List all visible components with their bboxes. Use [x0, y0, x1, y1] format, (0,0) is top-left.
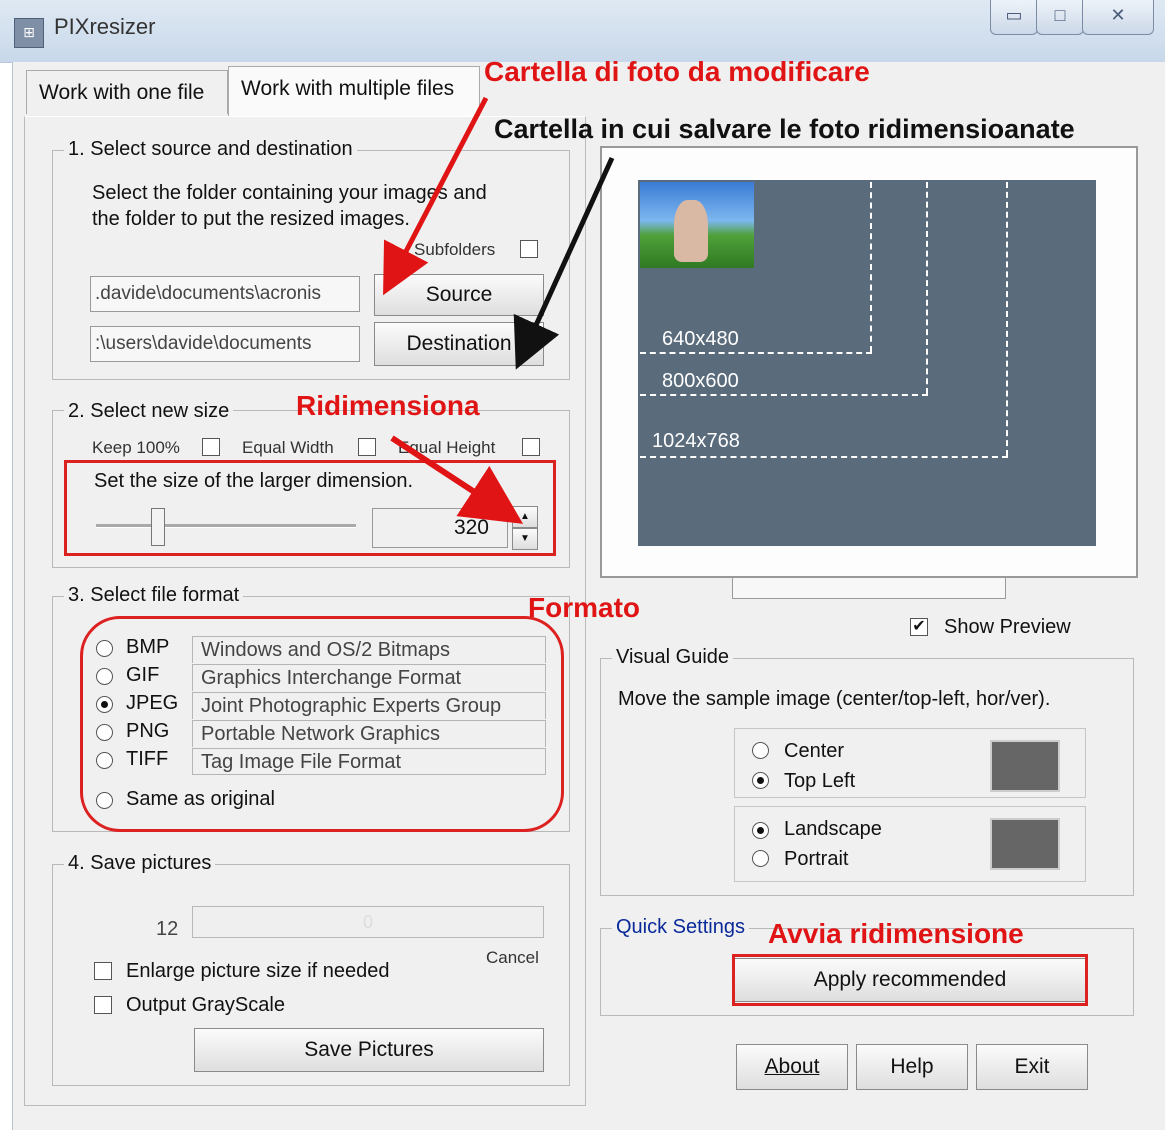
- annotation-arrows: [383, 96, 615, 524]
- annotation-source-folder: Cartella di foto da modificare: [484, 56, 870, 87]
- arrow-source: [383, 96, 489, 296]
- annotation-format: Formato: [528, 592, 640, 623]
- annotation-start: Avvia ridimensione: [768, 918, 1024, 949]
- arrow-destination: [513, 156, 615, 370]
- arrow-resize: [390, 435, 524, 524]
- annotation-resize: Ridimensiona: [296, 390, 480, 421]
- annotation-dest-folder: Cartella in cui salvare le foto ridimens…: [494, 114, 1075, 144]
